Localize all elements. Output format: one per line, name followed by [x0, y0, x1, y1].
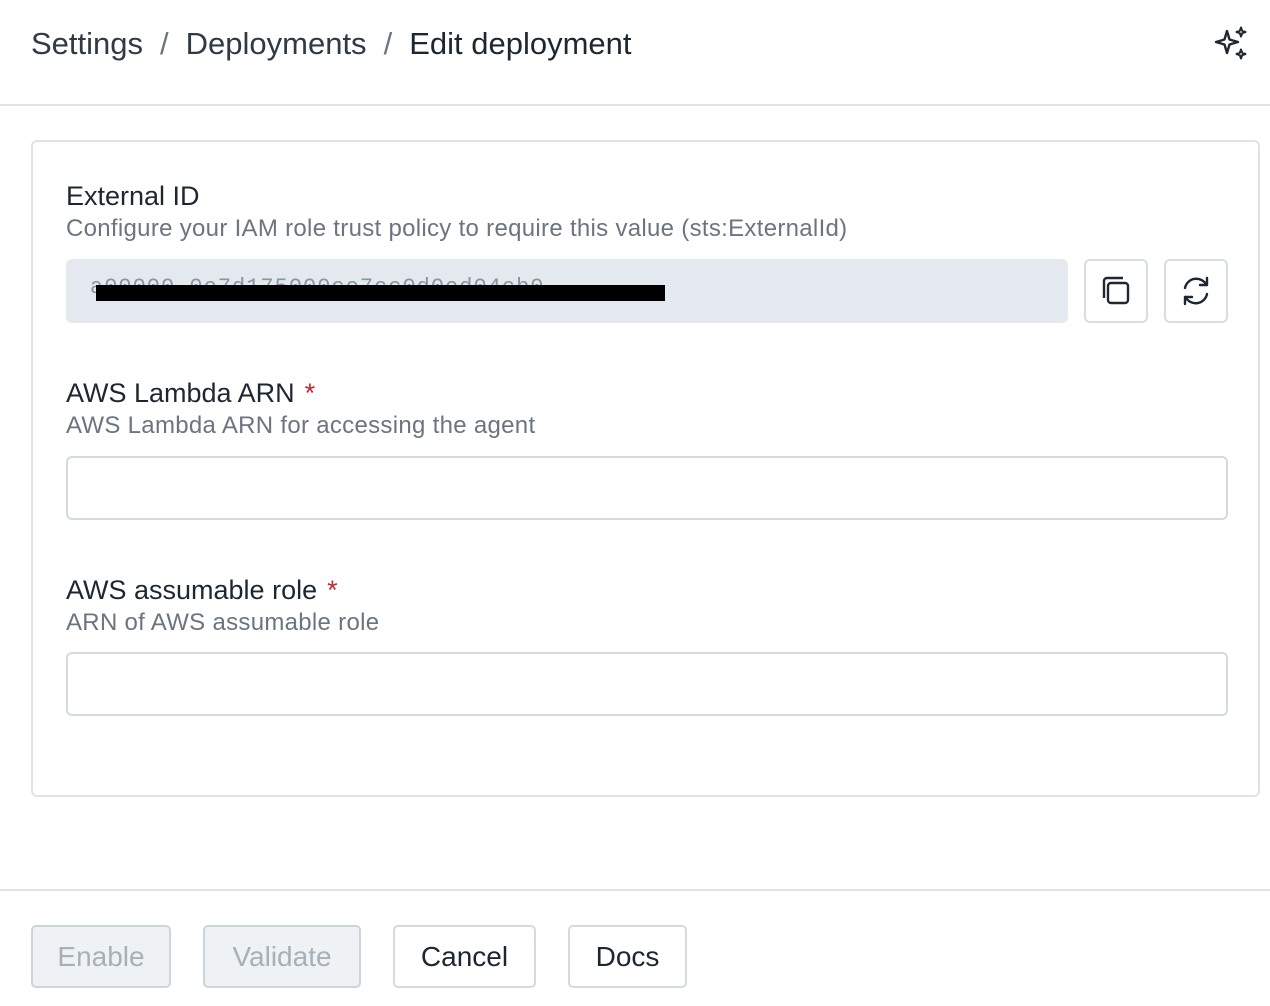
breadcrumb-deployments[interactable]: Deployments — [186, 24, 367, 64]
external-id-field[interactable]: a00000-0e7d175000ce7cc0d0ed04cb0 — [66, 259, 1068, 323]
lambda-arn-input[interactable] — [66, 456, 1228, 520]
copy-icon — [1102, 276, 1130, 305]
assumable-role-help: ARN of AWS assumable role — [66, 609, 380, 636]
cancel-button[interactable]: Cancel — [393, 925, 536, 988]
breadcrumb-settings[interactable]: Settings — [31, 24, 143, 64]
lambda-arn-label-text: AWS Lambda ARN — [66, 378, 295, 408]
redaction-bar — [96, 285, 665, 301]
lambda-arn-label: AWS Lambda ARN * — [66, 376, 315, 410]
required-marker: * — [327, 575, 338, 605]
validate-button[interactable]: Validate — [203, 925, 361, 988]
copy-external-id-button[interactable] — [1084, 259, 1148, 323]
required-marker: * — [304, 378, 316, 408]
edit-deployment-page: Settings / Deployments / Edit deployment… — [0, 0, 1270, 1006]
assumable-role-label: AWS assumable role * — [66, 573, 338, 607]
lambda-arn-help: AWS Lambda ARN for accessing the agent — [66, 412, 536, 439]
sparkle-icon[interactable] — [1212, 24, 1250, 62]
footer-divider — [0, 889, 1270, 891]
deployment-form-card: External ID Configure your IAM role trus… — [31, 140, 1260, 797]
breadcrumb: Settings / Deployments / Edit deployment — [31, 24, 632, 64]
assumable-role-input[interactable] — [66, 652, 1228, 716]
breadcrumb-separator: / — [160, 26, 169, 61]
docs-button[interactable]: Docs — [568, 925, 687, 988]
refresh-icon — [1183, 276, 1209, 306]
page-title: Edit deployment — [409, 26, 632, 61]
regenerate-external-id-button[interactable] — [1164, 259, 1228, 323]
assumable-role-label-text: AWS assumable role — [66, 575, 318, 605]
enable-button[interactable]: Enable — [31, 925, 171, 988]
external-id-help: Configure your IAM role trust policy to … — [66, 215, 848, 242]
page-header: Settings / Deployments / Edit deployment — [0, 0, 1270, 106]
external-id-label: External ID — [66, 181, 200, 211]
breadcrumb-separator: / — [383, 26, 393, 61]
